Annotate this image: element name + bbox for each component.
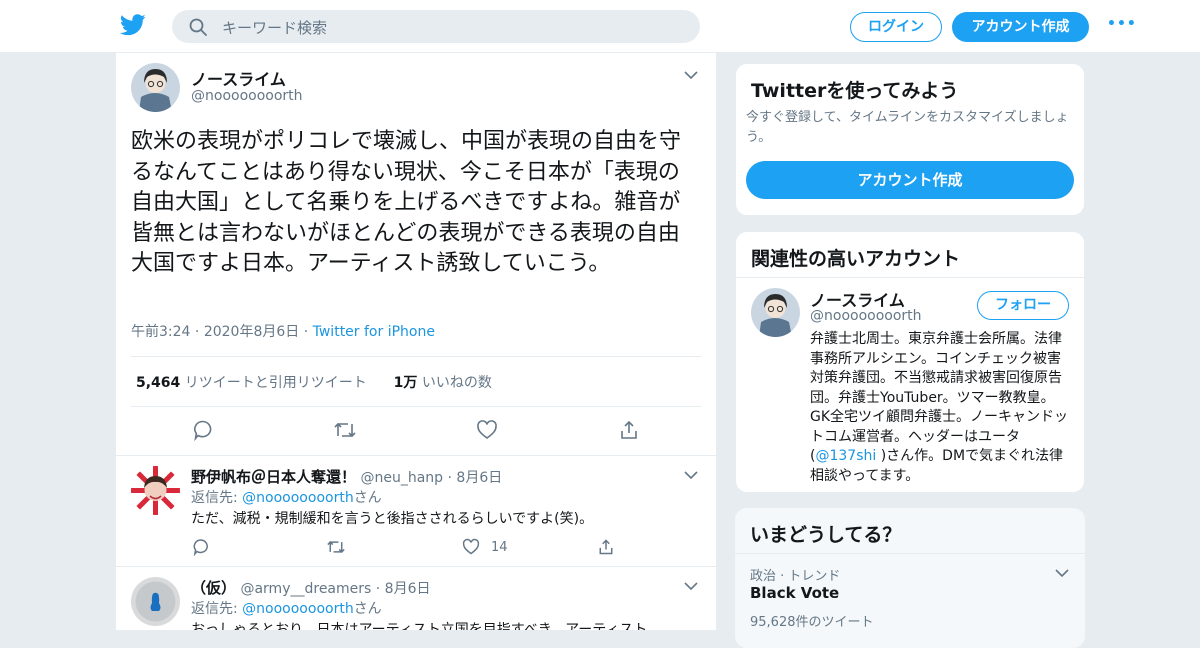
tweet-timestamp: 午前3:24 · 2020年8月6日 · Twitter for iPhone	[131, 324, 435, 340]
reply-icon[interactable]	[192, 538, 210, 556]
retweet-stat[interactable]: 5,464 リツイートと引用リツイート	[136, 375, 367, 391]
tweet-text: 欧米の表現がポリコレで壊滅し、中国が表現の自由を守るなんてことはあり得ない現状、…	[131, 129, 682, 276]
chevron-down-icon[interactable]	[684, 471, 698, 480]
signup-button[interactable]: アカウント作成	[952, 12, 1089, 42]
reply-author-name[interactable]: （仮）	[191, 579, 236, 597]
reply-header: 野伊帆布＠日本人奪還！ @neu_hanp · 8月6日	[191, 468, 503, 486]
reply-to-handle-link[interactable]: @noooooooorth	[242, 601, 354, 617]
author-handle[interactable]: @noooooooorth	[191, 88, 303, 104]
divider	[131, 356, 701, 357]
author-name[interactable]: ノースライム	[191, 66, 286, 90]
search-box[interactable]: キーワード検索	[172, 10, 700, 43]
reply-date[interactable]: 8月6日	[456, 470, 502, 486]
reply-to-line: 返信先: @noooooooorthさん	[191, 601, 382, 617]
retweet-icon[interactable]	[333, 419, 357, 441]
trends-card-title: いまどうしてる？	[750, 524, 902, 546]
reply-to-line: 返信先: @noooooooorthさん	[191, 490, 382, 506]
signup-card: Twitterを使ってみよう 今すぐ登録して、タイムラインをカスタマイズしましょ…	[735, 63, 1085, 216]
tweet-column: ノースライム @noooooooorth 欧米の表現がポリコレで壊滅し、中国が表…	[115, 53, 717, 630]
related-accounts-card: 関連性の高いアカウント ノースライム @noooooooorth フォロー 弁護…	[735, 231, 1085, 493]
tweet-date[interactable]: 2020年8月6日	[204, 324, 299, 340]
more-options-icon[interactable]: •••	[1107, 16, 1137, 32]
tweet-time[interactable]: 午前3:24	[131, 324, 190, 340]
reply-author-handle[interactable]: @army__dreamers	[240, 581, 371, 597]
author-avatar[interactable]	[131, 63, 180, 112]
chevron-down-icon[interactable]	[1055, 569, 1069, 578]
divider	[131, 406, 701, 407]
reply-to-handle-link[interactable]: @noooooooorth	[242, 490, 354, 506]
signup-card-button[interactable]: アカウント作成	[746, 161, 1074, 199]
signup-card-title: Twitterを使ってみよう	[751, 80, 959, 102]
login-button[interactable]: ログイン	[850, 12, 942, 42]
divider	[736, 277, 1084, 278]
trend-tweet-count: 95,628件のツイート	[750, 615, 874, 630]
reply-avatar[interactable]	[131, 577, 180, 626]
divider	[735, 553, 1085, 554]
reply-header: （仮） @army__dreamers · 8月6日	[191, 579, 431, 597]
reply-author-name[interactable]: 野伊帆布＠日本人奪還！	[191, 468, 356, 486]
reply-author-handle[interactable]: @neu_hanp	[360, 470, 443, 486]
reply-date[interactable]: 8月6日	[385, 581, 431, 597]
search-icon	[189, 18, 207, 36]
related-account-avatar[interactable]	[751, 288, 800, 337]
related-account-bio: 弁護士北周士。東京弁護士会所属。法律事務所アルシエン。コインチェック被害対策弁護…	[810, 331, 1069, 484]
trend-topic[interactable]: Black Vote	[750, 584, 839, 602]
related-account-handle[interactable]: @noooooooorth	[810, 308, 922, 324]
trend-category: 政治 · トレンド	[750, 569, 841, 584]
chevron-down-icon[interactable]	[684, 71, 698, 80]
signup-card-subtitle: 今すぐ登録して、タイムラインをカスタマイズしましょう。	[746, 110, 1069, 145]
tweet-stats: 5,464 リツイートと引用リツイート 1万 いいねの数	[136, 372, 492, 392]
like-icon[interactable]	[462, 538, 480, 556]
search-input[interactable]: キーワード検索	[222, 17, 327, 38]
reply-tweet[interactable]: （仮） @army__dreamers · 8月6日 返信先: @noooooo…	[116, 566, 716, 630]
trends-card: いまどうしてる？ 政治 · トレンド Black Vote 95,628件のツイ…	[735, 508, 1085, 648]
share-icon[interactable]	[597, 538, 615, 556]
like-stat[interactable]: 1万 いいねの数	[394, 375, 492, 391]
follow-button[interactable]: フォロー	[977, 291, 1069, 320]
reply-like-count: 14	[491, 540, 508, 555]
like-icon[interactable]	[476, 419, 498, 441]
chevron-down-icon[interactable]	[684, 582, 698, 591]
top-bar: キーワード検索 ログイン アカウント作成 •••	[0, 0, 1200, 53]
tweet-source-link[interactable]: Twitter for iPhone	[313, 324, 435, 340]
reply-tweet[interactable]: 野伊帆布＠日本人奪還！ @neu_hanp · 8月6日 返信先: @noooo…	[116, 455, 716, 568]
retweet-icon[interactable]	[326, 538, 346, 556]
reply-avatar[interactable]	[131, 466, 180, 515]
bio-mention-link[interactable]: @137shi	[815, 448, 876, 464]
reply-icon[interactable]	[192, 419, 214, 441]
reply-text: おっしゃるとおり、日本はアーティスト立国を目指すべき。アーティスト	[191, 622, 648, 630]
related-card-title: 関連性の高いアカウント	[751, 248, 961, 270]
share-icon[interactable]	[618, 419, 640, 441]
twitter-bird-icon[interactable]	[120, 14, 146, 36]
reply-text: ただ、減税・規制緩和を言うと後指さされるらしいですよ(笑)。	[191, 511, 594, 527]
